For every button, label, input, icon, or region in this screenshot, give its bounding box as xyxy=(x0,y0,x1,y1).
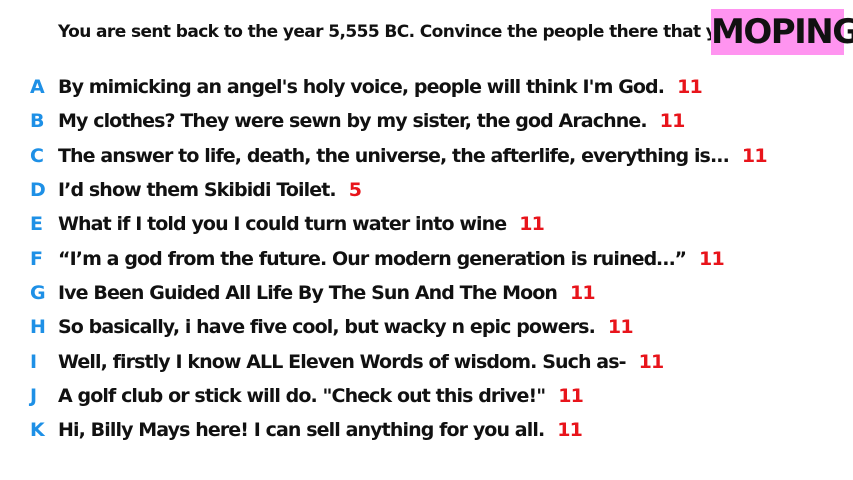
answer-text: A golf club or stick will do. "Check out… xyxy=(58,384,546,407)
answer-option-j: J A golf club or stick will do. "Check o… xyxy=(30,379,767,413)
answer-letter: G xyxy=(30,281,46,304)
answer-text: Hi, Billy Mays here! I can sell anything… xyxy=(58,419,545,442)
answer-text: By mimicking an angel's holy voice, peop… xyxy=(58,76,665,99)
answer-option-i: I Well, firstly I know ALL Eleven Words … xyxy=(30,344,767,378)
answer-option-c: C The answer to life, death, the univers… xyxy=(30,139,768,173)
answer-option-h: H So basically, i have five cool, but wa… xyxy=(30,310,767,344)
answer-score: 11 xyxy=(570,281,596,304)
answer-letter: H xyxy=(30,316,46,339)
answer-text: Well, firstly I know ALL Eleven Words of… xyxy=(58,350,627,373)
answer-score: 11 xyxy=(638,350,665,373)
answer-text: Ive Been Guided All Life By The Sun And … xyxy=(58,281,558,304)
answer-letter: A xyxy=(30,76,45,99)
answer-score: 11 xyxy=(741,144,768,167)
answer-letter: B xyxy=(30,110,45,133)
answer-score: 11 xyxy=(519,213,545,236)
answer-score: 11 xyxy=(659,110,686,133)
answer-option-d: D I’d show them Skibidi Toilet. 5 xyxy=(30,173,767,207)
answer-list: A By mimicking an angel's holy voice, pe… xyxy=(30,70,768,447)
answer-text: The answer to life, death, the universe,… xyxy=(58,144,730,167)
answer-option-k: K Hi, Billy Mays here! I can sell anythi… xyxy=(30,413,767,447)
answer-letter: E xyxy=(30,213,43,236)
answer-text: My clothes? They were sewn by my sister,… xyxy=(58,110,648,133)
answer-option-b: B My clothes? They were sewn by my siste… xyxy=(30,104,767,138)
answer-option-g: G Ive Been Guided All Life By The Sun An… xyxy=(30,276,767,310)
answer-score: 5 xyxy=(348,179,362,202)
answer-score: 11 xyxy=(699,247,725,270)
answer-option-f: F “I’m a god from the future. Our modern… xyxy=(30,241,767,275)
answer-text: So basically, i have five cool, but wack… xyxy=(58,316,596,339)
answer-score: 11 xyxy=(557,419,583,442)
answer-option-a: A By mimicking an angel's holy voice, pe… xyxy=(30,70,767,104)
answer-letter: J xyxy=(30,384,38,407)
answer-letter: K xyxy=(30,419,45,442)
answer-text: I’d show them Skibidi Toilet. xyxy=(58,179,337,202)
answer-letter: F xyxy=(30,247,43,270)
answer-letter: D xyxy=(30,179,46,202)
answer-letter: C xyxy=(30,144,44,167)
answer-letter: I xyxy=(30,350,38,373)
answer-score: 11 xyxy=(607,316,634,339)
answer-score: 11 xyxy=(677,76,703,99)
answer-text: “I’m a god from the future. Our modern g… xyxy=(58,247,687,270)
answer-option-e: E What if I told you I could turn water … xyxy=(30,207,767,241)
prompt-text: You are sent back to the year 5,555 BC. … xyxy=(58,22,824,42)
status-badge: MOPING xyxy=(711,9,853,55)
answer-score: 11 xyxy=(558,384,584,407)
answer-text: What if I told you I could turn water in… xyxy=(58,213,507,236)
